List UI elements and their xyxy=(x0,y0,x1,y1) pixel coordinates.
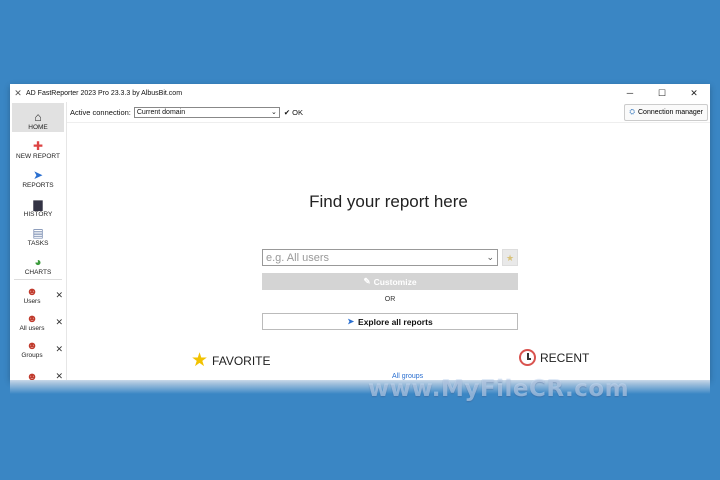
watermark: www.MyFileCR.com xyxy=(368,376,630,402)
nav-label: NEW REPORT xyxy=(16,153,60,160)
close-button[interactable]: ✕ xyxy=(678,88,710,99)
sidebar: ⌂ HOME ✚ NEW REPORT ➤ REPORTS ▆ HISTORY … xyxy=(10,102,67,380)
nav-label: HISTORY xyxy=(23,211,53,218)
nav-home[interactable]: ⌂ HOME xyxy=(12,103,64,132)
close-icon[interactable]: ✕ xyxy=(55,290,63,301)
sidebar-divider xyxy=(14,279,62,280)
minimize-button[interactable]: ─ xyxy=(614,88,646,98)
search-input[interactable]: e.g. All users ⌄ xyxy=(262,249,498,266)
connection-select[interactable]: Current domain ⌄ xyxy=(133,106,280,118)
nav-label: CHARTS xyxy=(24,269,52,276)
or-separator: OR xyxy=(384,296,396,303)
sidebar-object-groups[interactable]: ☻ Groups ✕ xyxy=(10,336,66,363)
search-placeholder: e.g. All users xyxy=(266,251,329,264)
ok-button[interactable]: ✔ OK xyxy=(284,108,303,117)
title-bar: ✕ AD FastReporter 2023 Pro 23.3.3 by Alb… xyxy=(10,84,710,102)
nav-new-report[interactable]: ✚ NEW REPORT xyxy=(10,132,66,161)
user-icon: ☻ xyxy=(26,313,38,325)
close-icon[interactable]: ✕ xyxy=(55,371,63,380)
chevron-down-icon[interactable]: ⌄ xyxy=(486,252,494,263)
ok-label: OK xyxy=(292,107,304,117)
nav-label: HOME xyxy=(28,124,48,131)
home-icon: ⌂ xyxy=(34,110,42,124)
checkmark-icon: ✔ xyxy=(283,107,291,117)
chevron-down-icon: ⌄ xyxy=(271,109,277,116)
reports-icon: ➤ xyxy=(32,168,44,182)
nav-history[interactable]: ▆ HISTORY xyxy=(10,190,66,219)
object-label: Groups xyxy=(21,352,43,359)
group-icon: ☻ xyxy=(26,340,38,352)
star-icon: ★ xyxy=(505,253,515,263)
sidebar-object-users[interactable]: ☻ Users ✕ xyxy=(10,282,66,309)
connection-toolbar: Active connection: Current domain ⌄ ✔ OK xyxy=(10,102,710,123)
new-report-icon: ✚ xyxy=(32,139,44,153)
connection-value: Current domain xyxy=(136,108,186,116)
favorite-toggle-button[interactable]: ★ xyxy=(502,249,518,266)
charts-icon: ◕ xyxy=(34,255,42,269)
network-icon: ⛭ xyxy=(629,108,635,116)
star-icon: ★ xyxy=(191,350,209,371)
nav-label: REPORTS xyxy=(22,182,54,189)
nav-charts[interactable]: ◕ CHARTS xyxy=(10,248,66,277)
favorite-label: FAVORITE xyxy=(212,353,271,368)
user-icon: ☻ xyxy=(26,370,38,381)
page-title: Find your report here xyxy=(309,192,468,211)
app-window: ✕ AD FastReporter 2023 Pro 23.3.3 by Alb… xyxy=(10,84,710,380)
nav-reports[interactable]: ➤ REPORTS xyxy=(10,161,66,190)
send-icon: ➤ xyxy=(347,317,355,326)
nav-label: TASKS xyxy=(27,240,49,247)
sidebar-object-all-users[interactable]: ☻ All users ✕ xyxy=(10,309,66,336)
app-logo-icon: ✕ xyxy=(14,87,22,98)
explore-label: Explore all reports xyxy=(358,316,433,327)
object-label: Users xyxy=(23,298,41,305)
maximize-button[interactable]: ☐ xyxy=(646,88,678,99)
recent-section-header: RECENT xyxy=(519,349,589,366)
customize-button[interactable]: ✎ Customize xyxy=(262,273,518,290)
history-icon: ▆ xyxy=(33,197,43,211)
sidebar-object-partial[interactable]: ☻ ✕ xyxy=(10,363,66,381)
customize-label: Customize xyxy=(373,276,417,287)
object-label: All users xyxy=(19,325,45,332)
pencil-icon: ✎ xyxy=(363,276,371,286)
close-icon[interactable]: ✕ xyxy=(55,317,63,328)
explore-all-reports-button[interactable]: ➤ Explore all reports xyxy=(262,313,518,330)
window-title: AD FastReporter 2023 Pro 23.3.3 by Albus… xyxy=(26,89,183,97)
favorite-section-header: ★ FAVORITE xyxy=(191,349,271,372)
nav-tasks[interactable]: ▤ TASKS xyxy=(10,219,66,248)
connection-manager-button[interactable]: ⛭ Connection manager xyxy=(624,104,708,121)
recent-label: RECENT xyxy=(540,350,590,365)
user-icon: ☻ xyxy=(26,286,38,298)
connection-manager-label: Connection manager xyxy=(638,109,703,116)
tasks-icon: ▤ xyxy=(32,226,44,240)
home-panel: Find your report here e.g. All users ⌄ ★… xyxy=(67,123,710,380)
clock-icon xyxy=(519,349,536,366)
active-connection-label: Active connection: xyxy=(70,107,131,117)
close-icon[interactable]: ✕ xyxy=(55,344,63,355)
